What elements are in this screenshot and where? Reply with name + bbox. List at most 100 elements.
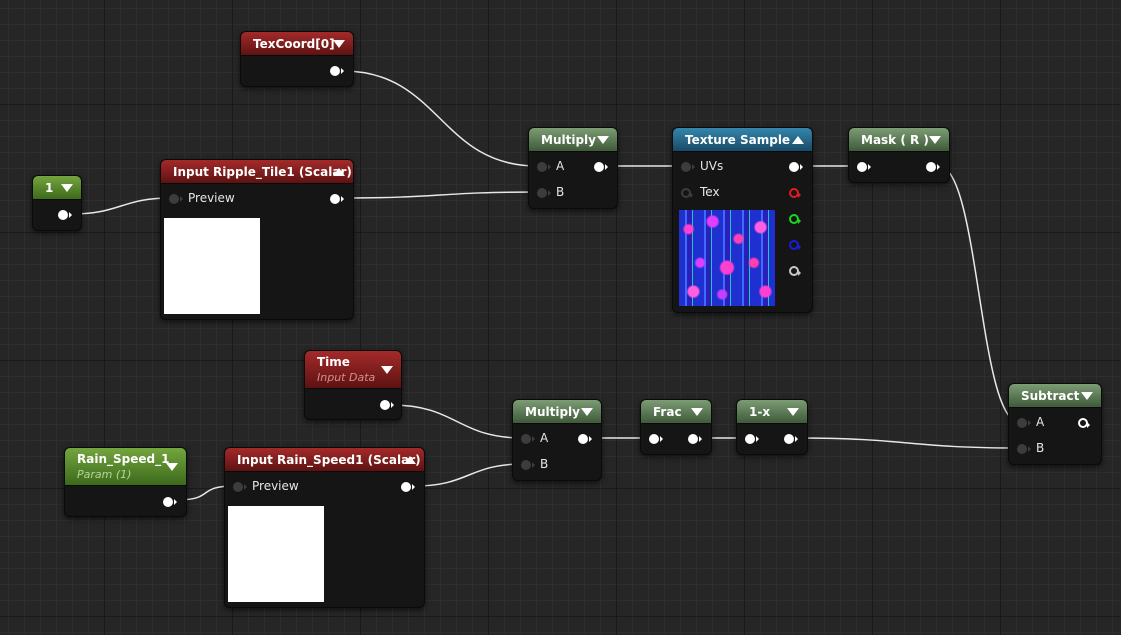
collapse-arrow-icon[interactable]: [61, 184, 73, 192]
rain-speed-param-header[interactable]: Rain_Speed_1 Param (1): [65, 448, 186, 486]
collapse-arrow-icon[interactable]: [691, 408, 703, 416]
texture-sample-tex-label: Tex: [700, 185, 720, 199]
subtract-title: Subtract: [1021, 389, 1080, 403]
one-minus-x-node[interactable]: 1-x: [736, 399, 808, 455]
texture-sample-g-output-pin[interactable]: [789, 214, 801, 224]
input-ripple-tile-preview-label: Preview: [188, 191, 235, 205]
time-output-pin[interactable]: [380, 400, 394, 410]
subtract-node[interactable]: Subtract A B: [1008, 383, 1102, 465]
texcoord-title: TexCoord[0]: [253, 37, 335, 51]
multiply-bottom-pin-b[interactable]: [521, 460, 535, 470]
subtract-output-pin[interactable]: [1078, 418, 1090, 428]
texture-sample-b-output-pin[interactable]: [789, 240, 801, 250]
wire-11: [796, 437, 1020, 449]
subtract-pin-b[interactable]: [1017, 444, 1031, 454]
constant-one-header[interactable]: 1: [33, 176, 81, 200]
collapse-arrow-icon[interactable]: [581, 408, 593, 416]
input-ripple-tile-output-pin[interactable]: [330, 194, 344, 204]
one-minus-x-output-pin[interactable]: [784, 434, 798, 444]
frac-output-pin[interactable]: [688, 434, 702, 444]
texcoord-output-pin[interactable]: [330, 66, 344, 76]
constant-one-title: 1: [45, 181, 54, 195]
multiply-bottom-label-a: A: [540, 431, 549, 445]
texture-sample-r-output-pin[interactable]: [789, 188, 801, 198]
collapse-arrow-icon[interactable]: [166, 463, 178, 471]
constant-one-output-pin[interactable]: [58, 210, 72, 220]
input-rain-speed-node[interactable]: Input Rain_Speed1 (Scalar) Preview: [224, 447, 425, 608]
texture-sample-a-output-pin[interactable]: [789, 266, 801, 276]
rain-speed-param-title: Rain_Speed_1: [77, 452, 170, 466]
multiply-node-top[interactable]: Multiply A B: [528, 127, 618, 209]
collapse-arrow-icon[interactable]: [333, 40, 345, 48]
multiply-top-pin-b[interactable]: [537, 188, 551, 198]
multiply-top-header[interactable]: Multiply: [529, 128, 617, 152]
texture-sample-uvs-label: UVs: [700, 159, 724, 173]
multiply-top-output-pin[interactable]: [594, 162, 608, 172]
texture-sample-rgb-output-pin[interactable]: [789, 162, 803, 172]
multiply-bottom-pin-a[interactable]: [521, 434, 535, 444]
rain-speed-param-node[interactable]: Rain_Speed_1 Param (1): [64, 447, 187, 517]
collapse-arrow-icon[interactable]: [1081, 392, 1093, 400]
multiply-node-bottom[interactable]: Multiply A B: [512, 399, 602, 481]
multiply-top-label-a: A: [556, 159, 565, 173]
subtract-label-a: A: [1036, 415, 1045, 429]
texcoord-node[interactable]: TexCoord[0]: [240, 31, 354, 87]
texture-sample-title: Texture Sample: [685, 133, 791, 147]
time-header[interactable]: Time Input Data: [305, 351, 401, 389]
texcoord-header[interactable]: TexCoord[0]: [241, 32, 353, 56]
wire-0: [342, 70, 538, 167]
collapse-arrow-icon[interactable]: [792, 136, 804, 144]
input-rain-speed-output-pin[interactable]: [401, 482, 415, 492]
subtract-header[interactable]: Subtract: [1009, 384, 1101, 408]
subtract-label-b: B: [1036, 441, 1045, 455]
mask-output-pin[interactable]: [926, 162, 940, 172]
frac-input-pin[interactable]: [649, 434, 663, 444]
input-ripple-tile-title: Input Ripple_Tile1 (Scalar): [173, 165, 352, 179]
collapse-arrow-icon[interactable]: [333, 168, 345, 176]
constant-one-node[interactable]: 1: [32, 175, 82, 231]
input-ripple-tile-preview-pin[interactable]: [169, 194, 183, 204]
input-ripple-tile-node[interactable]: Input Ripple_Tile1 (Scalar) Preview: [160, 159, 354, 320]
collapse-arrow-icon[interactable]: [597, 136, 609, 144]
collapse-arrow-icon[interactable]: [404, 456, 416, 464]
mask-input-pin[interactable]: [857, 162, 871, 172]
mask-header[interactable]: Mask ( R ): [849, 128, 949, 152]
input-ripple-tile-header[interactable]: Input Ripple_Tile1 (Scalar): [161, 160, 353, 184]
collapse-arrow-icon[interactable]: [929, 136, 941, 144]
input-rain-speed-header[interactable]: Input Rain_Speed1 (Scalar): [225, 448, 424, 472]
multiply-bottom-output-pin[interactable]: [578, 434, 592, 444]
frac-node[interactable]: Frac: [640, 399, 712, 455]
wire-6: [390, 404, 524, 439]
subtract-pin-a[interactable]: [1017, 418, 1031, 428]
multiply-bottom-label-b: B: [540, 457, 549, 471]
time-subtitle: Input Data: [317, 371, 376, 384]
one-minus-x-title: 1-x: [749, 405, 771, 419]
texture-sample-tex-pin[interactable]: [681, 188, 693, 198]
rain-speed-param-output-pin[interactable]: [163, 497, 177, 507]
texture-sample-header[interactable]: Texture Sample: [673, 128, 812, 152]
multiply-top-title: Multiply: [541, 133, 596, 147]
time-node[interactable]: Time Input Data: [304, 350, 402, 420]
input-rain-speed-title: Input Rain_Speed1 (Scalar): [237, 453, 421, 467]
multiply-top-pin-a[interactable]: [537, 162, 551, 172]
rain-speed-param-subtitle: Param (1): [77, 468, 132, 481]
multiply-bottom-title: Multiply: [525, 405, 580, 419]
time-title: Time: [317, 355, 350, 369]
texture-sample-uvs-pin[interactable]: [681, 162, 695, 172]
wire-2: [342, 191, 538, 199]
input-rain-speed-preview-pin[interactable]: [233, 482, 247, 492]
frac-header[interactable]: Frac: [641, 400, 711, 424]
wire-5: [938, 165, 1020, 423]
one-minus-x-header[interactable]: 1-x: [737, 400, 807, 424]
input-ripple-tile-preview-swatch: [164, 218, 260, 314]
mask-node[interactable]: Mask ( R ): [848, 127, 950, 183]
mask-title: Mask ( R ): [861, 133, 929, 147]
one-minus-x-input-pin[interactable]: [745, 434, 759, 444]
collapse-arrow-icon[interactable]: [787, 408, 799, 416]
collapse-arrow-icon[interactable]: [381, 366, 393, 374]
texture-sample-node[interactable]: Texture Sample UVs Tex: [672, 127, 813, 313]
input-rain-speed-preview-label: Preview: [252, 479, 299, 493]
texture-preview-thumbnail: [679, 210, 775, 306]
multiply-bottom-header[interactable]: Multiply: [513, 400, 601, 424]
wire-1: [70, 197, 172, 215]
